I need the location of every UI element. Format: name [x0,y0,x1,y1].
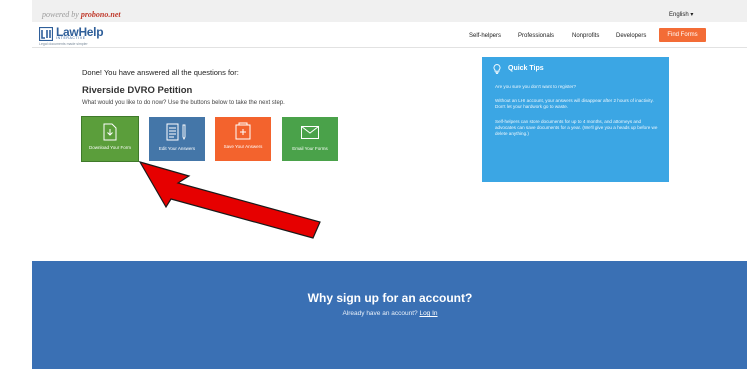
lawhelp-logo[interactable]: LawHelp INTERACTIVE Legal documents made… [39,25,119,46]
probono-link[interactable]: probono.net [81,10,121,19]
nav-developers[interactable]: Developers [616,33,646,39]
top-utility-bar: powered by probono.net English ▾ [32,0,747,22]
powered-by-prefix: powered by [42,10,79,19]
signup-section: Why sign up for an account? Already have… [32,261,747,369]
lawhelp-logo-icon [39,27,53,41]
lightbulb-icon [493,64,501,74]
login-link[interactable]: Log In [419,310,437,317]
signup-login-line: Already have an account? Log In [32,310,747,317]
save-answers-label: Save Your Answers [223,144,263,149]
email-forms-button[interactable]: Email Your Forms [282,117,338,161]
nav-professionals[interactable]: Professionals [518,33,554,39]
download-form-button[interactable]: Download Your Form [81,116,139,162]
nav-self-helpers[interactable]: Self-helpers [469,33,501,39]
save-answers-button[interactable]: Save Your Answers [215,117,271,161]
next-step-prompt: What would you like to do now? Use the b… [82,100,285,106]
signup-title: Why sign up for an account? [307,291,473,305]
envelope-icon [301,126,319,139]
have-account-text: Already have an account? [342,310,418,317]
download-form-label: Download Your Form [88,145,132,150]
tips-storage-note: Self-helpers can store documents for up … [495,119,658,136]
download-document-icon [103,123,117,141]
find-forms-button[interactable]: Find Forms [659,28,706,42]
main-navbar: LawHelp INTERACTIVE Legal documents made… [32,22,747,48]
logo-subtitle: INTERACTIVE [56,36,86,40]
email-forms-label: Email Your Forms [292,146,328,151]
language-selector[interactable]: English ▾ [669,11,693,18]
completion-heading: Done! You have answered all the question… [82,68,239,77]
edit-document-icon [166,123,186,141]
edit-answers-button[interactable]: Edit Your Answers [149,117,205,161]
quick-tips-panel: Quick Tips Are you sure you don't want t… [482,57,669,182]
tips-inactivity-note: Without an LHI account, your answers wil… [495,98,654,109]
form-title: Riverside DVRO Petition [82,85,193,96]
tips-question: Are you sure you don't want to register? [495,84,577,89]
nav-nonprofits[interactable]: Nonprofits [572,33,599,39]
edit-answers-label: Edit Your Answers [158,146,196,151]
quick-tips-title: Quick Tips [508,65,544,72]
powered-by-text: powered by probono.net [42,10,121,19]
logo-tagline: Legal documents made simpler [39,42,88,46]
save-document-icon [235,122,251,140]
